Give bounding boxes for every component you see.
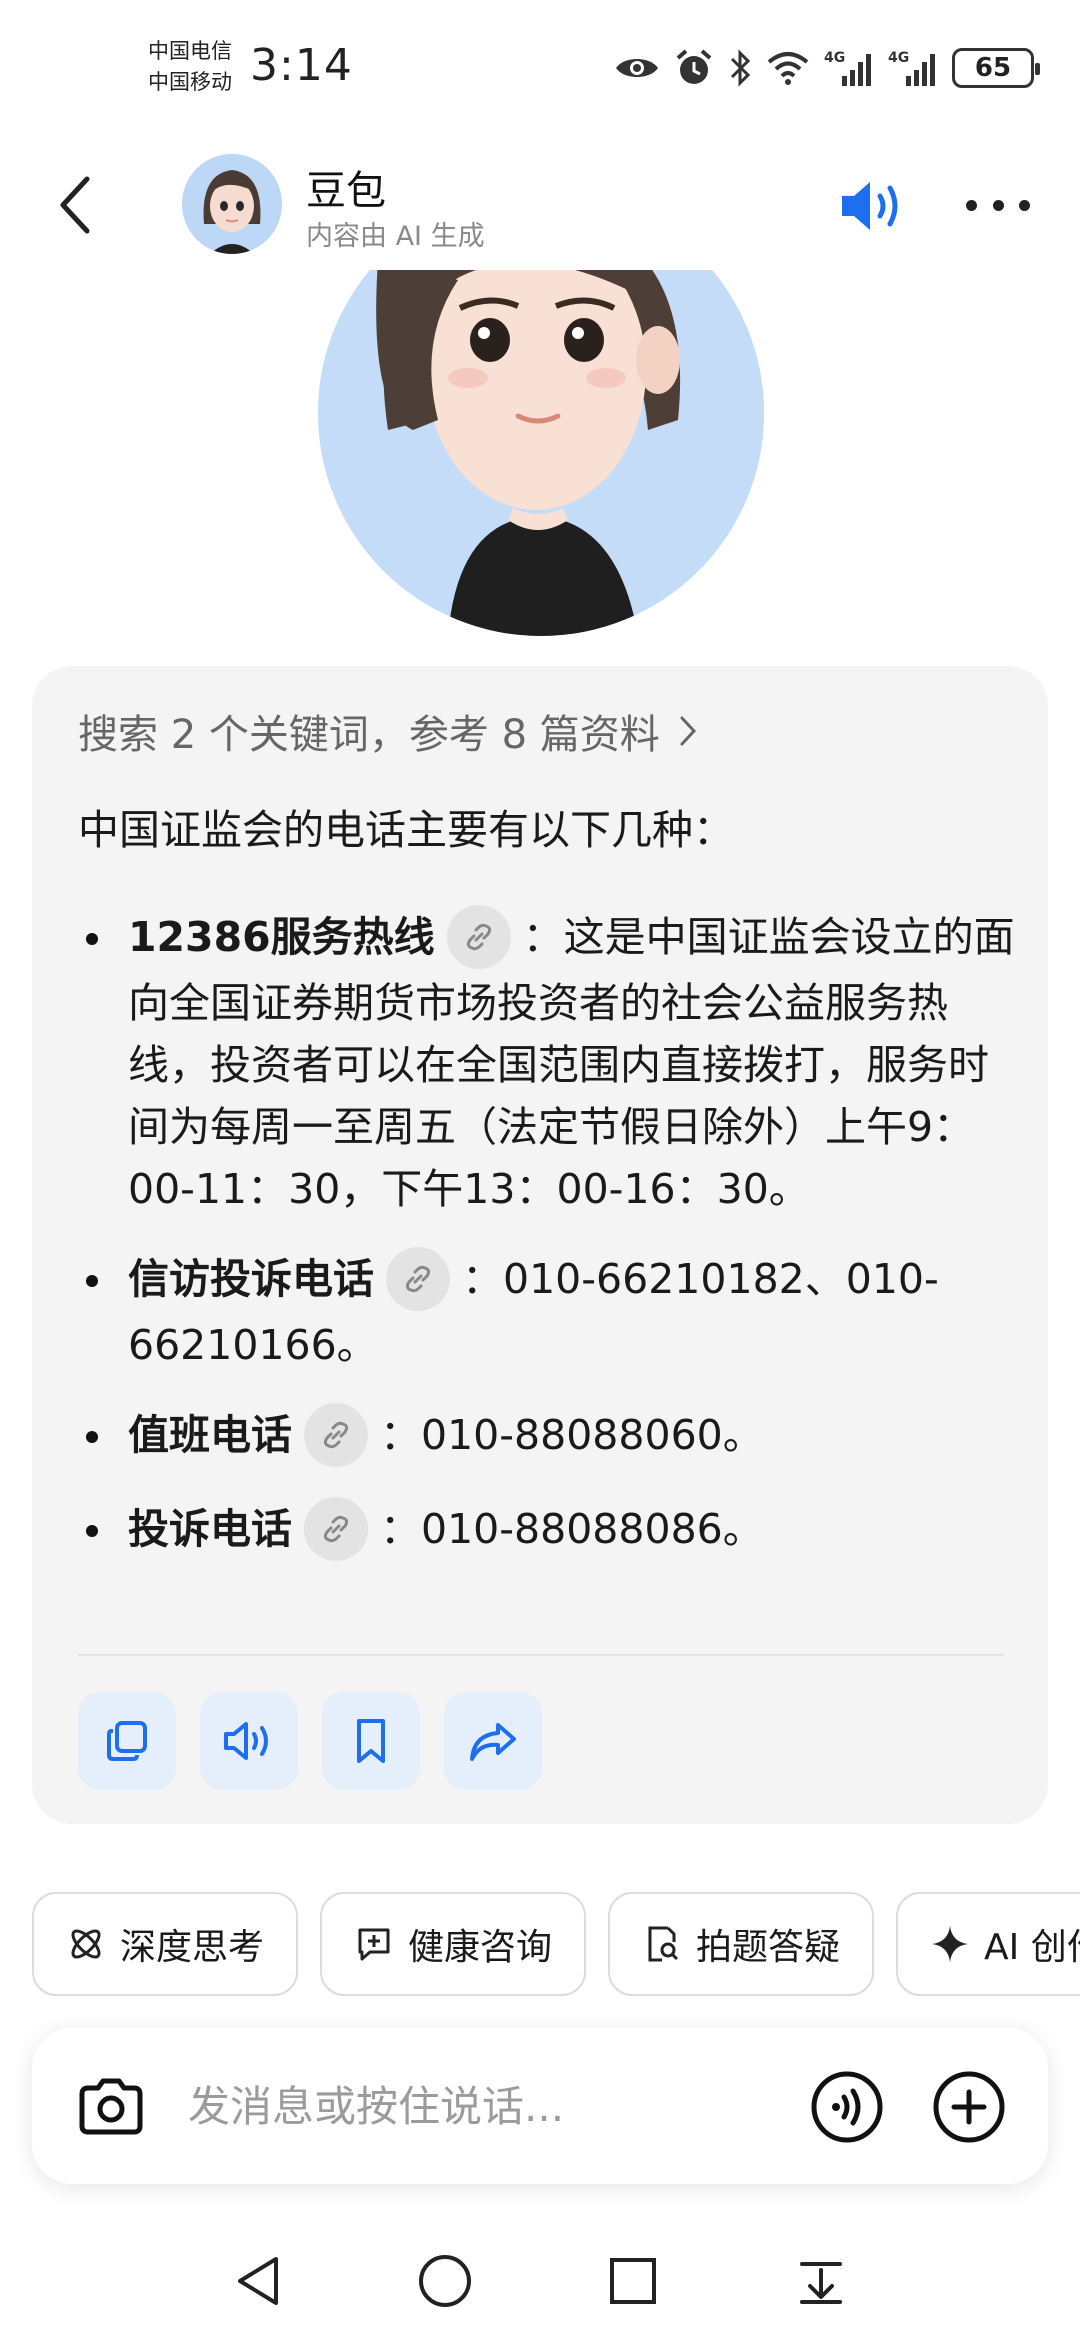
eye-icon (616, 59, 658, 77)
link-icon (405, 1265, 431, 1293)
copy-icon (107, 1721, 147, 1761)
item-text: ：010-88088060。 (380, 1411, 764, 1459)
speaker-icon (842, 182, 898, 230)
chat-header: 豆包 内容由 AI 生成 (0, 140, 1080, 270)
more-options-button[interactable] (960, 180, 1036, 230)
chip-health-consult[interactable]: 健康咨询 (320, 1892, 587, 1996)
status-icons: 4G 4G 65 (614, 44, 1040, 92)
nav-back-button[interactable] (222, 2246, 292, 2316)
item-title: 12386服务热线 (128, 913, 435, 961)
nav-recents-button[interactable] (598, 2246, 668, 2316)
answer-actions (78, 1692, 542, 1790)
item-title: 投诉电话 (128, 1505, 292, 1553)
bluetooth-icon (730, 49, 751, 87)
chip-label: 深度思考 (120, 1927, 265, 1968)
status-bar: 中国电信 中国移动 3:14 4G 4G 65 (0, 0, 1080, 140)
link-icon (323, 1515, 349, 1543)
share-icon (470, 1723, 516, 1761)
bookmark-icon (357, 1719, 385, 1763)
chip-label: 健康咨询 (408, 1927, 553, 1968)
share-button[interactable] (444, 1692, 542, 1790)
camera-button[interactable] (74, 2070, 148, 2144)
battery-icon: 65 (952, 48, 1040, 88)
reference-link-button[interactable] (304, 1403, 368, 1467)
nav-home-button[interactable] (410, 2246, 480, 2316)
message-input[interactable] (188, 2074, 788, 2138)
suggestion-chips: 深度思考 健康咨询 拍题答疑 AI 创作 (32, 1892, 1080, 1996)
voice-call-button[interactable] (810, 2070, 884, 2144)
search-summary: 搜索 2 个关键词，参考 8 篇资料 (78, 712, 660, 758)
battery-level: 65 (974, 53, 1012, 83)
bookmark-button[interactable] (322, 1692, 420, 1790)
message-input-bar (32, 2028, 1048, 2184)
answer-list: 12386服务热线 ：这是中国证监会设立的面向全国证券期货市场投资者的社会公益服务… (78, 905, 1028, 1592)
carrier-2: 中国移动 (148, 70, 232, 94)
list-item: 值班电话 ：010-88088060。 (78, 1403, 1028, 1470)
list-item: 投诉电话 ：010-88088086。 (78, 1497, 1028, 1564)
carrier-names: 中国电信 中国移动 (148, 36, 232, 98)
wifi-icon (767, 52, 809, 85)
chip-label: AI 创作 (984, 1927, 1080, 1968)
copy-button[interactable] (78, 1692, 176, 1790)
camera-icon (79, 2078, 143, 2135)
dot (966, 199, 977, 211)
list-item: 12386服务热线 ：这是中国证监会设立的面向全国证券期货市场投资者的社会公益服务… (78, 905, 1028, 1220)
link-icon (466, 923, 491, 951)
carrier-1: 中国电信 (148, 39, 232, 63)
reference-link-button[interactable] (386, 1247, 450, 1311)
signal-icon: 4G (824, 50, 871, 86)
item-text: ：010-88088086。 (380, 1505, 764, 1553)
signal-icon: 4G (888, 50, 935, 86)
doc-search-icon (648, 1926, 679, 1962)
link-icon (323, 1421, 349, 1449)
chip-label: 拍题答疑 (696, 1927, 841, 1968)
speaker-icon (224, 1722, 268, 1760)
item-title: 值班电话 (128, 1411, 292, 1459)
alarm-icon (676, 49, 712, 84)
answer-card: 搜索 2 个关键词，参考 8 篇资料 中国证监会的电话主要有以下几种： 1238… (32, 666, 1048, 1824)
avatar-image (182, 154, 282, 254)
reference-link-button[interactable] (304, 1497, 368, 1561)
circle-home-icon (419, 2255, 471, 2307)
system-nav-bar (0, 2220, 1080, 2340)
voice-wave-icon (811, 2071, 883, 2143)
voice-playback-button[interactable] (838, 174, 910, 238)
chip-ai-create[interactable]: AI 创作 (896, 1892, 1080, 1996)
search-sources-link[interactable]: 搜索 2 个关键词，参考 8 篇资料 (78, 702, 698, 760)
network-1-label: 4G (824, 50, 845, 66)
status-time: 3:14 (250, 40, 353, 91)
suggestion-chips-row: 深度思考 健康咨询 拍题答疑 AI 创作 (0, 1880, 1080, 2010)
chat-plus-icon (358, 1928, 390, 1961)
reference-link-button[interactable] (446, 905, 511, 969)
assistant-portrait-area (0, 270, 1080, 670)
bot-name: 豆包 (306, 168, 386, 214)
back-button[interactable] (40, 170, 110, 240)
square-recents-icon (610, 2258, 656, 2304)
divider (78, 1654, 1004, 1656)
chip-photo-qa[interactable]: 拍题答疑 (608, 1892, 875, 1996)
pull-down-icon (800, 2262, 842, 2304)
chip-deep-thinking[interactable]: 深度思考 (32, 1892, 299, 1996)
dot (992, 199, 1004, 211)
triangle-back-icon (238, 2257, 278, 2305)
avatar[interactable] (182, 154, 282, 254)
chevron-right-icon (680, 716, 696, 746)
nav-notification-button[interactable] (786, 2246, 856, 2316)
item-title: 信访投诉电话 (128, 1255, 374, 1303)
plus-circle-icon (933, 2071, 1005, 2143)
network-2-label: 4G (888, 50, 909, 66)
add-attachment-button[interactable] (932, 2070, 1006, 2144)
dot (1019, 199, 1030, 211)
answer-intro: 中国证监会的电话主要有以下几种： (78, 806, 734, 854)
list-item: 信访投诉电话 ：010-66210182、010-66210166。 (78, 1247, 1028, 1376)
assistant-portrait (318, 270, 764, 636)
atom-icon (71, 1929, 101, 1959)
back-arrow-icon (60, 176, 90, 234)
ai-disclaimer: 内容由 AI 生成 (306, 221, 485, 252)
read-aloud-button[interactable] (200, 1692, 298, 1790)
portrait-image (318, 270, 764, 636)
sparkle-icon (932, 1926, 969, 1962)
